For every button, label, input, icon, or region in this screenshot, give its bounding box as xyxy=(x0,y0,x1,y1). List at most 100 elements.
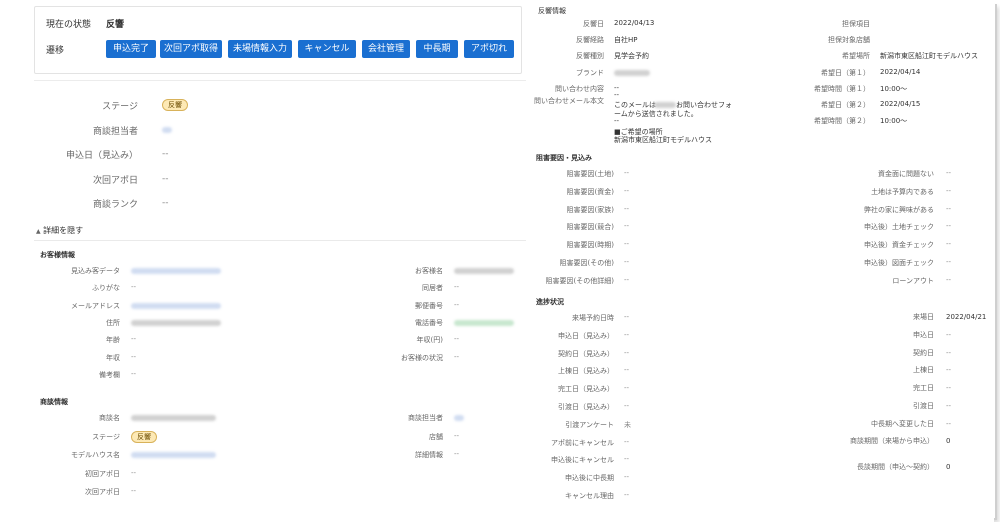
progress-value: -- xyxy=(624,473,630,482)
progress-section-title: 進捗状況 xyxy=(536,298,564,306)
field-value: 2022/04/15 xyxy=(880,100,921,108)
progress-label: 契約日 xyxy=(913,349,934,357)
obstacle-value: -- xyxy=(624,258,630,266)
field-label: 希望時間（第１） xyxy=(814,84,870,93)
field-label: メールアドレス xyxy=(71,301,120,310)
field-label: 商談担当者 xyxy=(408,414,443,422)
field-value: 10:00〜 xyxy=(880,117,908,126)
obstacle-value: -- xyxy=(624,204,630,213)
field-value: -- xyxy=(131,487,137,495)
progress-value: -- xyxy=(624,437,630,446)
obstacle-label: 阻害要因(競合) xyxy=(566,223,614,232)
summary-label: 商談ランク xyxy=(92,200,138,210)
transition-button[interactable]: アポ切れ xyxy=(464,40,514,58)
summary-value xyxy=(162,126,172,133)
obstacle-label: 阻害要因(その他詳細) xyxy=(545,276,614,285)
progress-label: キャンセル理由 xyxy=(565,492,614,500)
summary-value: 反響 xyxy=(162,99,188,111)
progress-label: 申込日 xyxy=(913,331,934,339)
obstacle-value: -- xyxy=(946,240,952,249)
field-value: 2022/04/14 xyxy=(880,67,921,76)
transition-button[interactable]: 会社管理 xyxy=(362,40,410,58)
obstacle-label: 阻害要因(資金) xyxy=(566,187,614,196)
transition-label: 遷移 xyxy=(46,46,65,56)
field-label: 希望場所 xyxy=(842,52,870,61)
obstacle-label: 阻害要因(その他) xyxy=(559,259,614,267)
obstacle-value: -- xyxy=(946,275,952,284)
obstacle-label: 阻害要因(家族) xyxy=(566,205,614,214)
obstacle-label: 阻害要因(時期) xyxy=(566,241,614,250)
field-label: お客様名 xyxy=(415,267,443,275)
transition-button[interactable]: 未場情報入力 xyxy=(228,40,292,58)
progress-label: 上棟日（見込み） xyxy=(558,367,614,376)
field-label: 店舗 xyxy=(429,432,443,441)
obstacle-value: -- xyxy=(946,204,952,213)
progress-value: -- xyxy=(624,330,630,339)
obstacle-label: 資金面に問題ない xyxy=(878,170,934,178)
mail-line: -- xyxy=(614,117,620,125)
field-label: 同居者 xyxy=(422,284,443,293)
field-label: 商談名 xyxy=(99,414,120,422)
summary-value: -- xyxy=(162,198,169,208)
left-pane: 現在の状態 反響 遷移 申込完了 次回アポ取得 未場情報入力 キャンセル 会社管理 中長期… xyxy=(0,0,527,522)
obstacle-value: -- xyxy=(946,222,952,231)
field-value: -- xyxy=(131,352,137,361)
field-value: 反響 xyxy=(131,430,157,443)
progress-value: -- xyxy=(946,349,952,357)
progress-value: -- xyxy=(624,348,630,357)
detail-toggle-label: 詳細を隠す xyxy=(43,226,84,235)
progress-value: -- xyxy=(624,455,630,464)
obstacles-section-title: 阻害要因・見込み xyxy=(536,154,592,162)
field-value: -- xyxy=(454,283,460,292)
mail-line: 新潟市東区船江町モデルハウス xyxy=(614,136,712,144)
summary-label: 次回アポ日 xyxy=(92,175,138,186)
summary-label: 商談担当者 xyxy=(92,126,138,137)
field-value: 自社HP xyxy=(614,36,638,45)
field-label: 初回アポ日 xyxy=(85,469,120,478)
progress-label: 完工日（見込み） xyxy=(558,385,614,394)
progress-value: -- xyxy=(946,366,952,374)
progress-label: 中長期へ変更した日 xyxy=(871,420,934,428)
field-value: -- xyxy=(454,352,460,361)
field-value xyxy=(454,415,464,421)
progress-label: アポ前にキャンセル xyxy=(551,438,614,447)
field-label: 年齢 xyxy=(106,336,120,345)
obstacle-label: ローンアウト xyxy=(892,276,934,285)
progress-label: 長談期間（申込〜契約） xyxy=(857,463,934,471)
progress-label: 引渡日（見込み） xyxy=(558,403,614,411)
progress-value: -- xyxy=(624,366,630,375)
field-label: モデルハウス名 xyxy=(71,451,120,459)
progress-value: 2022/04/21 xyxy=(946,313,987,321)
progress-value: -- xyxy=(946,384,952,392)
obstacle-value: -- xyxy=(624,222,630,231)
transition-button[interactable]: 次回アポ取得 xyxy=(160,40,222,58)
field-value xyxy=(131,302,221,309)
field-value: -- xyxy=(454,300,460,309)
detail-toggle[interactable]: ▲ 詳細を隠す xyxy=(36,225,83,236)
field-label: 年収(円) xyxy=(416,336,443,345)
customer-section-title: お客様情報 xyxy=(40,251,75,259)
field-label: 郵便番号 xyxy=(415,301,443,310)
field-value xyxy=(131,415,216,421)
status-label: 現在の状態 xyxy=(46,20,92,30)
progress-label: 来場日 xyxy=(913,313,934,321)
progress-label: 契約日（見込み） xyxy=(558,349,614,358)
obstacle-label: 弊社の家に興味がある xyxy=(864,205,934,214)
field-value: -- xyxy=(131,335,137,344)
field-value xyxy=(454,268,514,274)
field-label: 備考欄 xyxy=(99,370,120,379)
obstacle-label: 申込後）土地チェック xyxy=(864,223,934,232)
progress-value: 0 xyxy=(946,437,951,445)
field-value: -- xyxy=(131,369,137,378)
field-label: 反響日 xyxy=(583,20,604,28)
field-label: ふりがな xyxy=(92,284,120,293)
transition-button[interactable]: 中長期 xyxy=(416,40,458,58)
progress-value: -- xyxy=(624,384,630,393)
progress-label: 上棟日 xyxy=(913,366,934,374)
right-pane: 反響情報 反響日 2022/04/13 反響経路 自社HP 反響種別 見学会予約 ブランド問… xyxy=(526,0,994,522)
progress-value: -- xyxy=(624,491,630,499)
summary-label: 申込日（見込み） xyxy=(65,151,138,161)
transition-button[interactable]: キャンセル xyxy=(298,40,356,58)
transition-button[interactable]: 申込完了 xyxy=(106,40,156,58)
obstacle-value: -- xyxy=(624,240,630,249)
